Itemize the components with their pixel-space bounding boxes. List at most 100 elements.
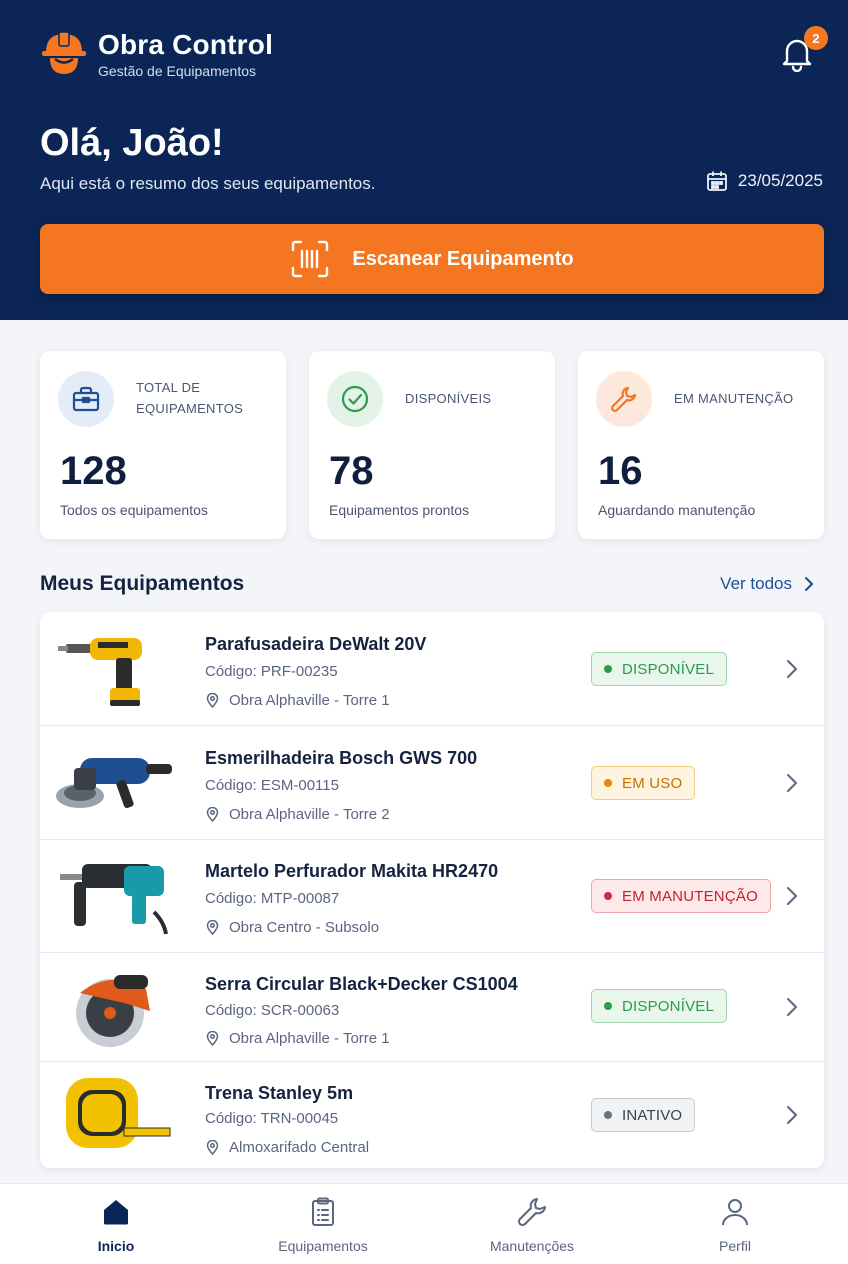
status-badge: DISPONÍVEL — [591, 989, 728, 1023]
home-icon — [104, 1200, 128, 1225]
card-icon-wrap — [596, 371, 652, 427]
equipment-row[interactable]: Parafusadeira DeWalt 20V Código: PRF-002… — [40, 612, 824, 726]
wrench-icon — [517, 1198, 546, 1227]
equipment-code: Código: ESM-00115 — [205, 777, 339, 794]
drill-image — [54, 624, 174, 714]
row-chevron[interactable] — [782, 771, 802, 795]
stat-description: Todos os equipamentos — [60, 502, 208, 518]
section-title: Meus Equipamentos — [40, 572, 245, 595]
stat-value: 128 — [60, 449, 127, 493]
greeting-subtitle: Aqui está o resumo dos seus equipamentos… — [40, 174, 376, 193]
chevron-right-icon — [787, 998, 797, 1016]
equipment-code: Código: MTP-00087 — [205, 890, 340, 907]
see-all-link[interactable]: Ver todos — [720, 574, 818, 594]
equipment-row[interactable]: Martelo Perfurador Makita HR2470 Código:… — [40, 840, 824, 953]
chevron-right-icon — [787, 774, 797, 792]
status-badge: DISPONÍVEL — [591, 652, 728, 686]
map-pin-icon — [206, 920, 219, 935]
toolbox-icon — [72, 386, 100, 412]
equipment-code: Código: TRN-00045 — [205, 1110, 339, 1127]
location-text: Obra Alphaville - Torre 1 — [229, 1030, 390, 1047]
app-subtitle: Gestão de Equipamentos — [98, 63, 256, 79]
equipment-location: Obra Alphaville - Torre 1 — [205, 692, 390, 709]
status-text: EM MANUTENÇÃO — [622, 887, 758, 905]
stat-card-total[interactable]: TOTAL DE EQUIPAMENTOS 128 Todos os equip… — [40, 351, 286, 539]
equipment-row[interactable]: Esmerilhadeira Bosch GWS 700 Código: ESM… — [40, 726, 824, 840]
date-text: 23/05/2025 — [737, 171, 823, 190]
notifications-button[interactable]: 2 — [780, 26, 828, 74]
brand: Obra Control Gestão de Equipamentos — [40, 28, 273, 80]
equipment-code: Código: PRF-00235 — [205, 663, 338, 680]
location-text: Obra Alphaville - Torre 1 — [229, 692, 390, 709]
status-badge: INATIVO — [591, 1098, 696, 1132]
stat-label: EM MANUTENÇÃO — [674, 391, 794, 406]
status-dot — [604, 1002, 612, 1010]
rotary-hammer-image — [54, 852, 174, 942]
chevron-right-icon — [787, 660, 797, 678]
equipment-location: Obra Alphaville - Torre 1 — [205, 1030, 390, 1047]
status-badge: EM USO — [591, 766, 696, 800]
check-circle-icon — [341, 385, 369, 413]
barcode-scan-icon — [292, 240, 329, 278]
equipment-name: Serra Circular Black+Decker CS1004 — [205, 974, 518, 994]
equipment-name: Martelo Perfurador Makita HR2470 — [205, 861, 499, 881]
status-dot — [604, 892, 612, 900]
stat-label-line1: TOTAL DE — [136, 380, 201, 395]
see-all-label: Ver todos — [720, 574, 792, 593]
hardhat-worker-logo-icon — [42, 31, 86, 74]
nav-item-home[interactable]: Inicio — [10, 1184, 222, 1264]
equipment-location: Obra Centro - Subsolo — [205, 919, 379, 936]
stat-description: Equipamentos prontos — [329, 502, 470, 518]
status-text: DISPONÍVEL — [622, 997, 715, 1015]
equipment-list: Parafusadeira DeWalt 20V Código: PRF-002… — [40, 612, 824, 1168]
header-hero: Obra Control Gestão de Equipamentos 2 Ol… — [0, 0, 848, 320]
map-pin-icon — [206, 1140, 219, 1155]
equipment-name: Esmerilhadeira Bosch GWS 700 — [205, 748, 478, 768]
nav-label: Equipamentos — [278, 1238, 368, 1254]
nav-label: Inicio — [97, 1238, 135, 1254]
status-text: INATIVO — [622, 1106, 683, 1124]
nav-label: Perfil — [719, 1238, 751, 1254]
calendar-icon — [707, 171, 727, 191]
row-chevron[interactable] — [782, 884, 802, 908]
user-icon — [722, 1199, 748, 1226]
status-text: EM USO — [622, 774, 683, 792]
stat-card-available[interactable]: DISPONÍVEIS 78 Equipamentos prontos — [309, 351, 555, 539]
card-icon-wrap — [327, 371, 383, 427]
row-chevron[interactable] — [782, 995, 802, 1019]
nav-item-equipment[interactable]: Equipamentos — [217, 1184, 429, 1264]
angle-grinder-image — [54, 738, 174, 828]
greeting-title: Olá, João! — [40, 122, 224, 164]
row-chevron[interactable] — [782, 657, 802, 681]
equipment-row[interactable]: Trena Stanley 5m Código: TRN-00045 Almox… — [40, 1062, 824, 1168]
equipment-location: Obra Alphaville - Torre 2 — [205, 806, 390, 823]
location-text: Almoxarifado Central — [229, 1139, 370, 1156]
stat-description: Aguardando manutenção — [598, 502, 756, 518]
scan-label: Escanear Equipamento — [352, 247, 574, 270]
map-pin-icon — [206, 693, 219, 708]
scan-equipment-button[interactable]: Escanear Equipamento — [40, 224, 824, 294]
equipment-row[interactable]: Serra Circular Black+Decker CS1004 Códig… — [40, 953, 824, 1062]
location-text: Obra Alphaville - Torre 2 — [229, 806, 390, 823]
map-pin-icon — [206, 1031, 219, 1046]
nav-label: Manutenções — [489, 1238, 575, 1254]
wrench-icon — [611, 386, 637, 412]
app-name: Obra Control — [98, 29, 274, 60]
stat-label: TOTAL DE EQUIPAMENTOS — [136, 377, 243, 419]
nav-item-maintenance[interactable]: Manutenções — [426, 1184, 638, 1264]
row-chevron[interactable] — [782, 1103, 802, 1127]
stat-card-maintenance[interactable]: EM MANUTENÇÃO 16 Aguardando manutenção — [578, 351, 824, 539]
current-date: 23/05/2025 — [706, 170, 823, 192]
chevron-right-icon — [787, 887, 797, 905]
chevron-right-icon — [805, 577, 813, 591]
stat-label-line2: EQUIPAMENTOS — [136, 401, 244, 416]
map-pin-icon — [206, 807, 219, 822]
stat-value: 78 — [329, 449, 374, 493]
card-icon-wrap — [58, 371, 114, 427]
status-dot — [604, 665, 612, 673]
notification-count-badge: 2 — [804, 26, 828, 50]
nav-item-profile[interactable]: Perfil — [629, 1184, 841, 1264]
clipboard-list-icon — [312, 1197, 334, 1226]
equipment-code: Código: SCR-00063 — [205, 1002, 340, 1019]
bottom-nav: Inicio Equipamentos Manutenções Perfil — [0, 1183, 848, 1264]
